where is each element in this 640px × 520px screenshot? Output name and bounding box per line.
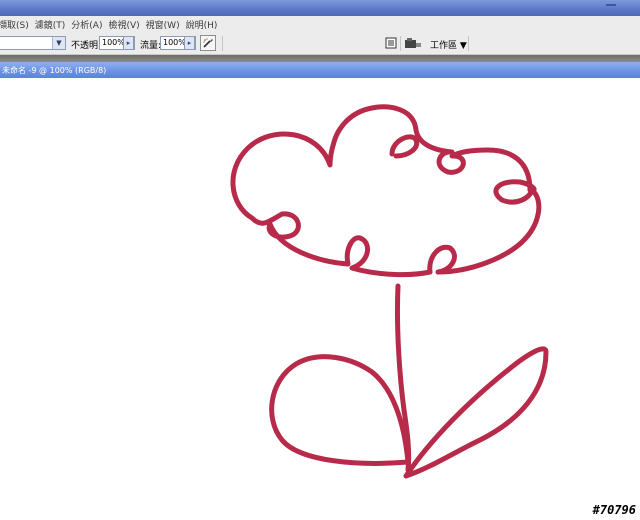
menu-item-filter[interactable]: 濾鏡(T) (35, 18, 72, 31)
document-title: 未命名 -9 @ 100% (RGB/8) (2, 66, 107, 75)
left-leaf-stroke (269, 354, 411, 466)
menu-item-analysis[interactable]: 分析(A) (71, 18, 108, 31)
application-titlebar (0, 0, 640, 16)
workspace-background (0, 55, 640, 62)
opacity-label: 不透明: (71, 41, 102, 51)
document-titlebar[interactable]: 未命名 -9 @ 100% (RGB/8) (0, 62, 640, 78)
menu-item-view[interactable]: 檢視(V) (108, 18, 145, 31)
document-canvas[interactable]: #70796 (0, 78, 640, 520)
window-control-icon[interactable] (606, 4, 616, 6)
flow-slider-arrow-icon[interactable]: ▸ (184, 36, 195, 50)
toolbar-divider (400, 36, 401, 51)
brush-preset-icon[interactable] (384, 37, 398, 49)
toolbar-divider (222, 36, 223, 51)
chevron-down-icon[interactable]: ▼ (52, 37, 65, 49)
canvas-drawing[interactable] (0, 78, 640, 520)
flow-label: 流量: (140, 41, 162, 51)
watermark-label: #70796 (592, 503, 636, 517)
menu-bar: 擷取(S) 濾鏡(T) 分析(A) 檢視(V) 視窗(W) 說明(H) (0, 16, 640, 34)
menu-item-help[interactable]: 說明(H) (186, 18, 224, 31)
airbrush-button[interactable] (200, 35, 216, 51)
flower-petal-stroke (230, 104, 542, 278)
right-leaf-stroke (403, 346, 549, 479)
flower-petal-loop (389, 134, 420, 159)
menu-item-select[interactable]: 擷取(S) (0, 18, 35, 31)
blend-mode-select[interactable]: ▼ (0, 36, 66, 50)
options-bar: ▼ 不透明: 100% ▸ 流量: 100% ▸ 工作區 ▼ (0, 33, 640, 55)
workspace-button[interactable]: 工作區 ▼ (430, 38, 467, 51)
opacity-slider-arrow-icon[interactable]: ▸ (123, 36, 134, 50)
airbrush-icon (203, 38, 213, 48)
toolbar-divider (468, 36, 469, 51)
menu-item-window[interactable]: 視窗(W) (146, 18, 186, 31)
palette-well-icon[interactable] (404, 37, 422, 49)
